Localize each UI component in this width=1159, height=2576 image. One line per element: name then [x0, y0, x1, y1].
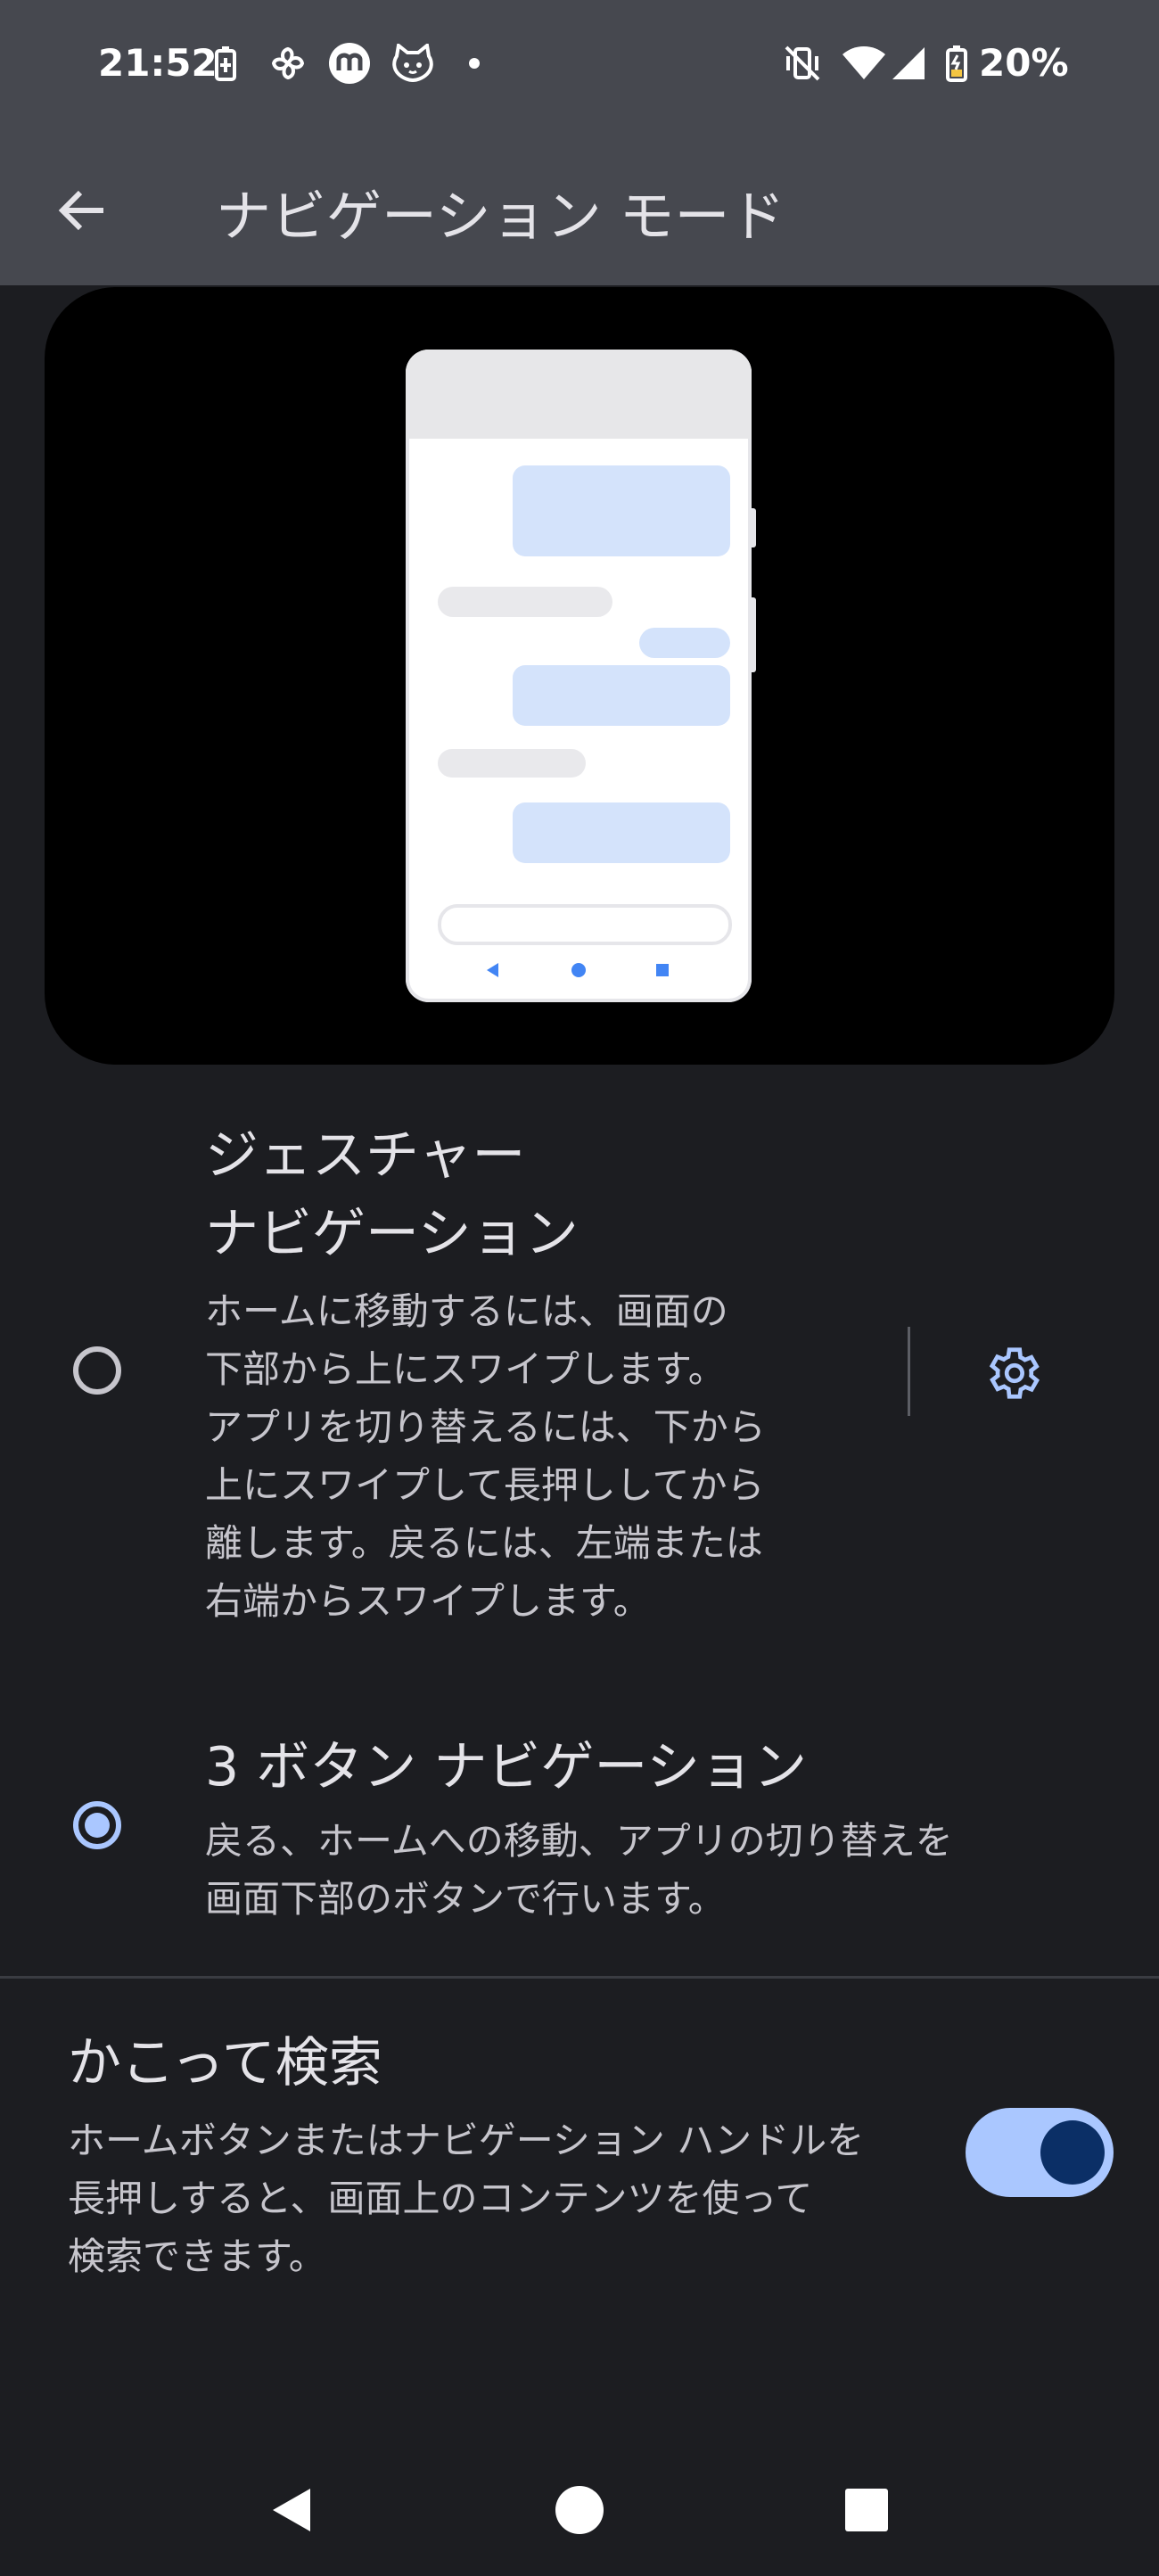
- gesture-navigation-desc-line: 上にスワイプして長押ししてから: [205, 1463, 765, 1507]
- three-button-navigation-radio[interactable]: [73, 1801, 121, 1849]
- circle-to-search-desc-line: ホームボタンまたはナビゲーション ハンドルを: [68, 2119, 865, 2162]
- section-divider: [0, 1976, 1159, 1979]
- chat-bubble-sent: [513, 665, 730, 726]
- phone-illustration: [406, 350, 752, 1002]
- three-button-navigation-desc-line: 画面下部のボタンで行います。: [205, 1877, 726, 1921]
- phone-back-icon: [487, 963, 498, 977]
- circle-to-search-description: ホームボタンまたはナビゲーション ハンドルを 長押しすると、画面上のコンテンツを…: [68, 2111, 924, 2285]
- phone-recents-icon: [656, 964, 669, 976]
- gesture-navigation-title-line2: ナビゲーション: [205, 1203, 579, 1265]
- status-time: 21:52: [98, 41, 218, 85]
- phone-input-bar: [438, 904, 732, 945]
- m-app-icon: [328, 43, 371, 84]
- nav-home-icon[interactable]: [544, 2479, 615, 2541]
- nav-back-icon[interactable]: [255, 2479, 326, 2541]
- gesture-navigation-radio[interactable]: [73, 1346, 121, 1395]
- circle-to-search-title: かこって検索: [68, 2032, 382, 2095]
- settings-divider: [908, 1327, 910, 1416]
- pinwheel-app-icon: [267, 43, 308, 84]
- circle-to-search-desc-line: 検索できます。: [68, 2234, 326, 2278]
- battery-saver-icon: [212, 43, 239, 84]
- three-button-navigation-title: 3 ボタン ナビゲーション: [205, 1736, 808, 1798]
- notification-dot-icon: [467, 43, 481, 84]
- back-arrow-icon[interactable]: [46, 175, 118, 246]
- page-title: ナビゲーション モード: [216, 184, 785, 249]
- battery-icon: [943, 43, 970, 84]
- circle-to-search-toggle[interactable]: [966, 2108, 1114, 2197]
- gesture-navigation-desc-line: アプリを切り替えるには、下から: [205, 1405, 766, 1449]
- gesture-navigation-desc-line: 右端からスワイプします。: [205, 1579, 651, 1623]
- circle-to-search-desc-line: 長押しすると、画面上のコンテンツを使って: [68, 2177, 813, 2220]
- signal-icon: [890, 43, 927, 84]
- nav-recents-icon[interactable]: [831, 2479, 902, 2541]
- radio-selected-dot: [85, 1813, 110, 1838]
- vibrate-off-icon: [781, 43, 824, 84]
- gesture-navigation-desc-line: ホームに移動するには、画面の: [205, 1289, 728, 1333]
- gesture-navigation-desc-line: 離します。戻るには、左端または: [205, 1521, 763, 1565]
- three-button-navigation-desc-line: 戻る、ホームへの移動、アプリの切り替えを: [205, 1819, 953, 1863]
- toggle-knob: [1040, 2120, 1105, 2185]
- chat-bubble-received: [438, 749, 586, 778]
- gesture-navigation-desc-line: 下部から上にスワイプします。: [205, 1347, 726, 1391]
- phone-home-icon: [571, 963, 586, 977]
- battery-percent: 20%: [979, 41, 1069, 85]
- chat-bubble-sent: [639, 628, 730, 658]
- chat-bubble-received: [438, 587, 612, 617]
- chat-bubble-sent: [513, 465, 730, 556]
- gesture-navigation-title-line1: ジェスチャー: [205, 1124, 526, 1187]
- gesture-settings-gear-icon[interactable]: [976, 1337, 1048, 1409]
- phone-status-area: [406, 350, 752, 439]
- cat-app-icon: [390, 43, 435, 84]
- wifi-icon: [842, 43, 886, 84]
- chat-bubble-sent: [513, 802, 730, 863]
